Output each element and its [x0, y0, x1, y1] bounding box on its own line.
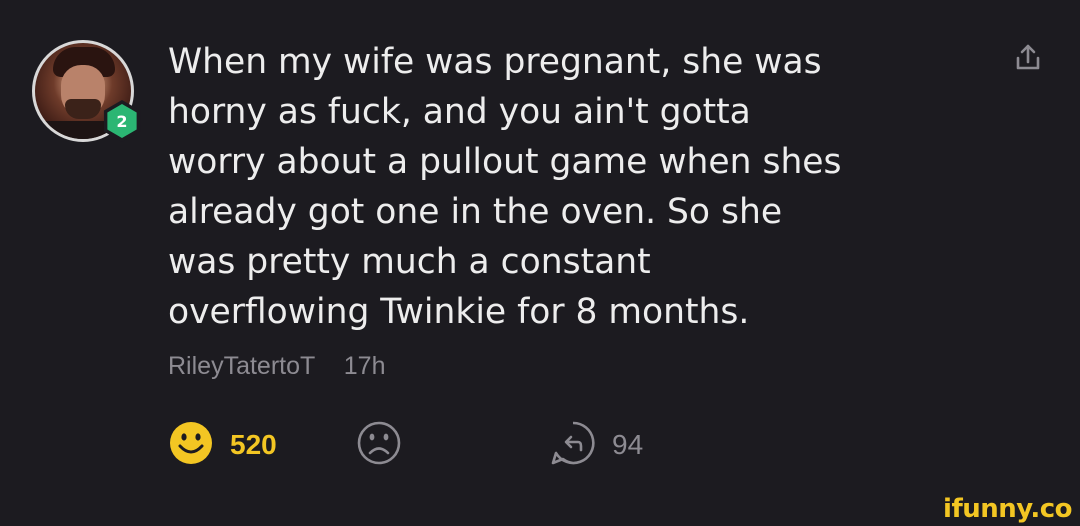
reply-button[interactable]: 94	[550, 420, 643, 470]
smile-count: 520	[230, 429, 277, 460]
smile-button[interactable]: 520	[168, 420, 277, 470]
comment-line: overflowing Twinkie for 8 months.	[168, 292, 750, 332]
author-name[interactable]: RileyTatertoT	[168, 352, 315, 380]
comment-meta: RileyTatertoT 17h	[168, 352, 386, 381]
comment-line: When my wife was pregnant, she was	[168, 42, 822, 82]
ifunny-watermark: ifunny.co	[943, 494, 1072, 524]
share-icon[interactable]	[1010, 40, 1046, 76]
frown-icon	[356, 420, 402, 470]
comment-line: worry about a pullout game when shes	[168, 142, 842, 182]
comment-line: horny as fuck, and you ain't gotta	[168, 92, 751, 132]
comment-line: was pretty much a constant	[168, 242, 651, 282]
frown-button[interactable]	[356, 420, 402, 470]
comment-line: already got one in the oven. So she	[168, 192, 783, 232]
comment-text: When my wife was pregnant, she was horny…	[168, 37, 958, 337]
reply-icon	[550, 420, 596, 470]
timestamp: 17h	[343, 352, 386, 380]
reply-count: 94	[612, 429, 644, 460]
smile-icon	[168, 420, 214, 470]
